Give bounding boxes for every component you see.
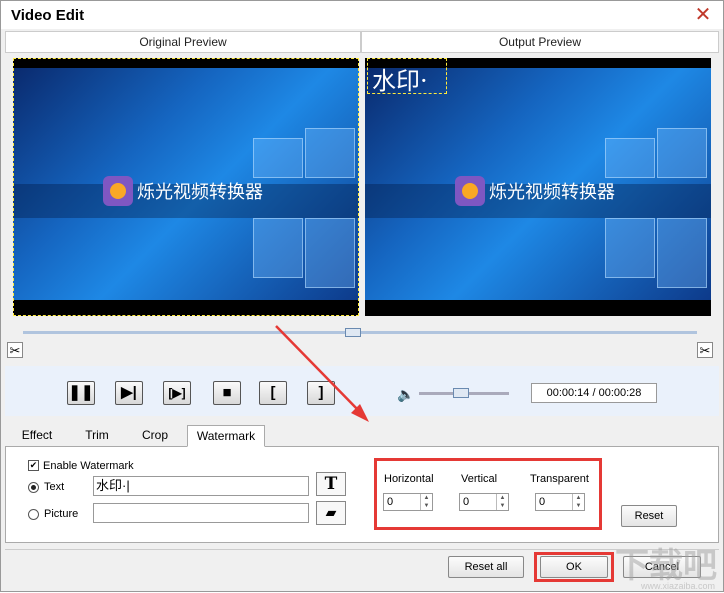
crop-selection-box[interactable] <box>13 58 359 316</box>
output-preview: 烁光视频转换器 水印· <box>365 58 711 316</box>
tab-crop[interactable]: Crop <box>133 425 177 447</box>
tab-effect[interactable]: Effect <box>13 425 61 447</box>
edit-tabs: Effect Trim Crop Watermark <box>5 423 719 447</box>
watermark-selection-box[interactable]: 水印· <box>367 58 447 95</box>
text-radio[interactable] <box>28 482 39 493</box>
scissor-left-icon[interactable]: ✂ <box>7 342 23 358</box>
title-bar[interactable]: Video Edit ✕ <box>1 1 723 29</box>
pause-button[interactable]: ❚❚ <box>67 381 95 405</box>
footer-divider <box>5 549 719 550</box>
site-watermark: 下载吧 <box>615 546 717 586</box>
picture-radio-label: Picture <box>44 508 79 520</box>
next-frame-button[interactable]: [▶] <box>163 381 191 405</box>
time-display: 00:00:14 / 00:00:28 <box>531 383 657 403</box>
timeline-thumb[interactable] <box>345 328 361 337</box>
stop-button[interactable]: ■ <box>213 381 241 405</box>
tab-trim[interactable]: Trim <box>75 425 119 447</box>
volume-icon[interactable]: 🔈 <box>397 386 414 403</box>
brand-text-output: 烁光视频转换器 <box>489 182 615 202</box>
brand-overlay-output: 烁光视频转换器 <box>455 176 615 206</box>
output-preview-header: Output Preview <box>361 31 719 53</box>
volume-thumb[interactable] <box>453 388 469 398</box>
enable-watermark-label: Enable Watermark <box>43 460 134 472</box>
enable-watermark-checkbox[interactable]: ✔ <box>28 460 39 471</box>
mark-out-button[interactable]: ] <box>307 381 335 405</box>
app-logo-icon <box>455 176 485 206</box>
highlight-position-box <box>374 458 602 530</box>
picture-radio[interactable] <box>28 509 39 520</box>
site-watermark-url: www.xiazaiba.com <box>640 581 715 591</box>
watermark-preview-text: 水印· <box>372 67 428 95</box>
watermark-text-input[interactable]: 水印·| <box>93 476 309 496</box>
window-title: Video Edit <box>11 7 85 24</box>
close-icon[interactable]: ✕ <box>693 5 713 25</box>
original-preview: 烁光视频转换器 <box>13 58 359 316</box>
video-edit-window: Video Edit ✕ Original Preview Output Pre… <box>0 0 724 592</box>
folder-icon[interactable]: ▰ <box>316 501 346 525</box>
reset-button[interactable]: Reset <box>621 505 677 527</box>
text-radio-label: Text <box>44 481 65 493</box>
picture-path-input[interactable] <box>93 503 309 523</box>
scissor-right-icon[interactable]: ✂ <box>697 342 713 358</box>
original-preview-header: Original Preview <box>5 31 361 53</box>
play-frame-button[interactable]: ▶| <box>115 381 143 405</box>
reset-all-button[interactable]: Reset all <box>448 556 524 578</box>
font-settings-button[interactable]: T <box>316 472 346 496</box>
tab-watermark[interactable]: Watermark <box>187 425 265 447</box>
mark-in-button[interactable]: [ <box>259 381 287 405</box>
highlight-ok-box <box>534 552 614 582</box>
